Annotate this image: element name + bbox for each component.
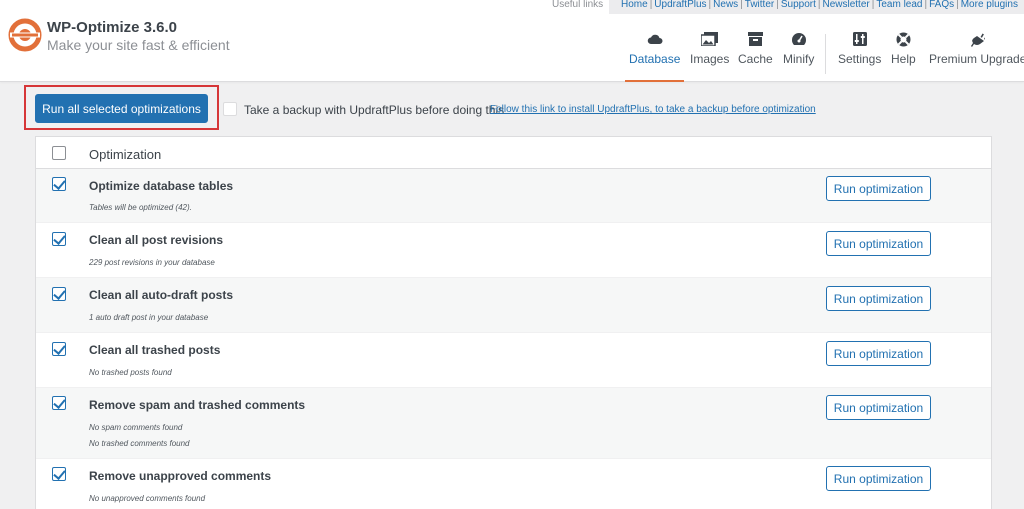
tab-premium-upgrade[interactable]: Premium Upgrade <box>929 30 1024 82</box>
row-title: Optimize database tables <box>89 179 234 193</box>
run-optimization-button[interactable]: Run optimization <box>826 341 931 366</box>
tab-database[interactable]: Database <box>624 30 685 82</box>
row-checkbox[interactable] <box>52 232 66 246</box>
row-title: Clean all post revisions <box>89 233 224 247</box>
table-row: Remove spam and trashed comments No spam… <box>36 388 991 459</box>
link-home[interactable]: Home <box>621 0 648 10</box>
row-title: Clean all auto-draft posts <box>89 288 234 302</box>
run-optimization-button[interactable]: Run optimization <box>826 286 931 311</box>
settings-icon <box>852 30 867 48</box>
backup-checkbox[interactable] <box>223 102 237 116</box>
table-header: Optimization <box>36 137 991 169</box>
table-row: Optimize database tables Tables will be … <box>36 169 991 223</box>
row-description: 229 post revisions in your database <box>89 258 215 267</box>
wp-optimize-logo-icon <box>8 18 42 52</box>
table-row: Clean all trashed posts No trashed posts… <box>36 333 991 388</box>
images-icon <box>701 30 719 48</box>
row-description: No spam comments found <box>89 423 183 432</box>
archive-icon <box>747 30 763 48</box>
row-checkbox[interactable] <box>52 396 66 410</box>
lifebuoy-icon <box>896 30 911 48</box>
row-description: No trashed posts found <box>89 368 172 377</box>
row-checkbox[interactable] <box>52 287 66 301</box>
app-title: WP-Optimize 3.6.0 <box>47 19 178 36</box>
tab-cache[interactable]: Cache <box>738 30 773 82</box>
row-description: No trashed comments found <box>89 439 190 448</box>
run-optimization-button[interactable]: Run optimization <box>826 466 931 491</box>
tab-images[interactable]: Images <box>690 30 729 82</box>
row-description: 1 auto draft post in your database <box>89 313 209 322</box>
run-all-selected-button[interactable]: Run all selected optimizations <box>35 94 208 123</box>
app-header: WP-Optimize 3.6.0 Make your site fast & … <box>0 0 1024 82</box>
row-title: Remove spam and trashed comments <box>89 398 306 412</box>
table-row: Remove unapproved comments No unapproved… <box>36 459 991 509</box>
link-support[interactable]: Support <box>781 0 816 10</box>
link-team-lead[interactable]: Team lead <box>876 0 922 10</box>
plugin-icon <box>970 30 985 48</box>
link-faqs[interactable]: FAQs <box>929 0 954 10</box>
cloud-icon <box>647 30 663 48</box>
table-row: Clean all auto-draft posts 1 auto draft … <box>36 278 991 333</box>
link-news[interactable]: News <box>713 0 738 10</box>
backup-label: Take a backup with UpdraftPlus before do… <box>244 103 505 117</box>
row-description: Tables will be optimized (42). <box>89 203 192 212</box>
link-twitter[interactable]: Twitter <box>745 0 774 10</box>
run-optimization-button[interactable]: Run optimization <box>826 176 931 201</box>
app-tagline: Make your site fast & efficient <box>47 37 230 53</box>
tab-help[interactable]: Help <box>891 30 916 82</box>
link-newsletter[interactable]: Newsletter <box>822 0 869 10</box>
dashboard-icon <box>791 30 807 48</box>
row-checkbox[interactable] <box>52 342 66 356</box>
link-updraftplus[interactable]: UpdraftPlus <box>654 0 706 10</box>
nav-divider <box>825 34 826 74</box>
row-title: Remove unapproved comments <box>89 469 272 483</box>
select-all-checkbox[interactable] <box>52 146 66 160</box>
install-updraftplus-link[interactable]: Follow this link to install UpdraftPlus,… <box>490 104 816 115</box>
useful-links-label: Useful links <box>552 0 604 10</box>
row-description: No unapproved comments found <box>89 494 206 503</box>
table-row: Clean all post revisions 229 post revisi… <box>36 223 991 278</box>
run-optimization-button[interactable]: Run optimization <box>826 395 931 420</box>
optimizations-table: Optimization Optimize database tables Ta… <box>35 136 992 509</box>
link-more-plugins[interactable]: More plugins <box>961 0 1018 10</box>
row-title: Clean all trashed posts <box>89 343 221 357</box>
run-optimization-button[interactable]: Run optimization <box>826 231 931 256</box>
tab-settings[interactable]: Settings <box>838 30 881 82</box>
useful-links-bar: Home | UpdraftPlus | News | Twitter | Support | Ne… <box>609 0 1024 14</box>
row-checkbox[interactable] <box>52 177 66 191</box>
tab-minify[interactable]: Minify <box>783 30 814 82</box>
row-checkbox[interactable] <box>52 467 66 481</box>
column-optimization: Optimization <box>89 147 162 162</box>
